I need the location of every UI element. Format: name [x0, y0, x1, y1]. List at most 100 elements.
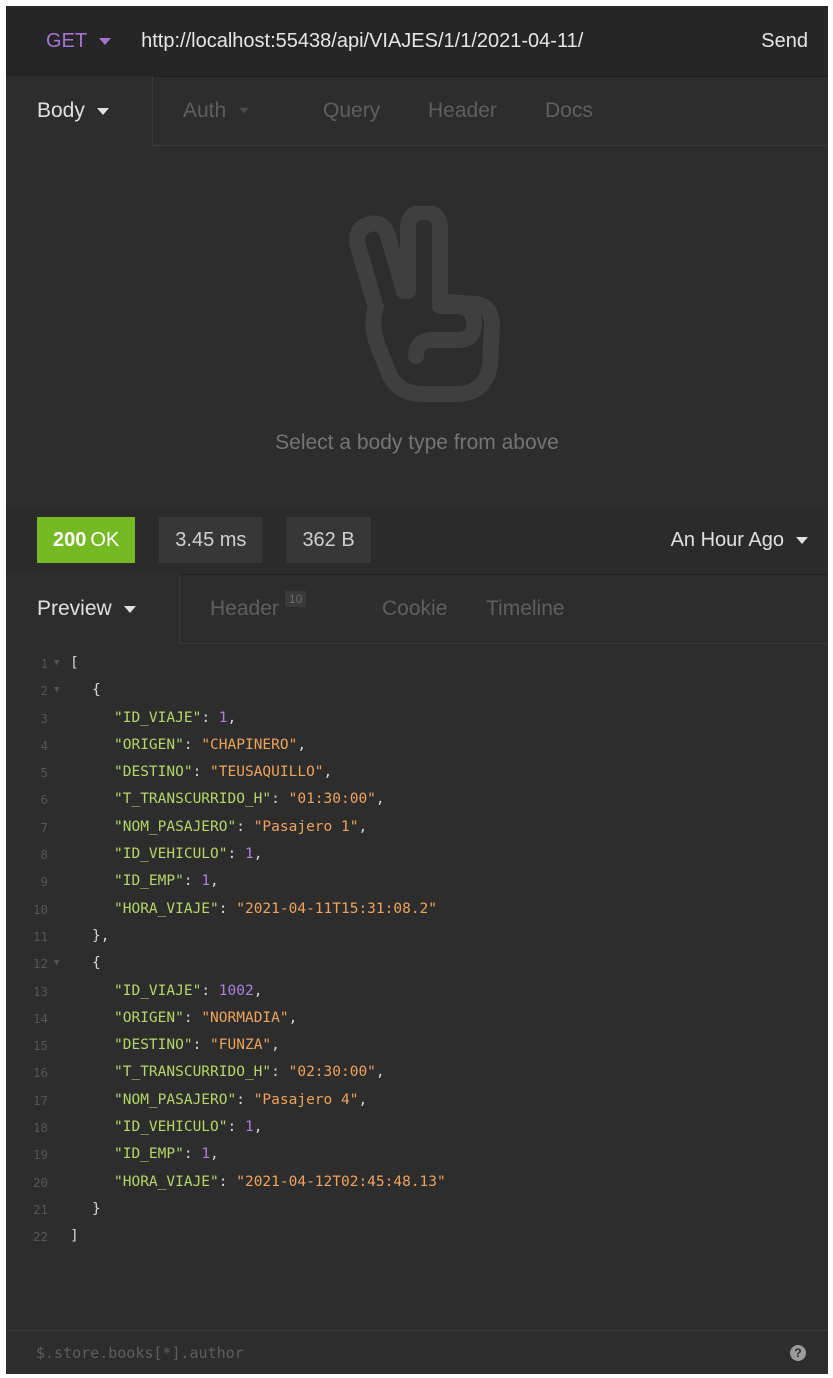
json-key: "ID_EMP" — [114, 873, 184, 890]
json-string: "CHAPINERO" — [201, 736, 298, 753]
fold-arrow-icon[interactable]: ▼ — [48, 950, 70, 977]
tab-preview[interactable]: Preview — [6, 574, 180, 644]
fold-gutter — [48, 1141, 70, 1168]
fold-gutter — [48, 1169, 70, 1196]
history-dropdown[interactable]: An Hour Ago — [671, 529, 808, 552]
tab-docs-label: Docs — [545, 98, 593, 122]
json-punctuation: , — [210, 1146, 219, 1163]
fold-gutter — [48, 978, 70, 1005]
response-filter-bar: ? — [6, 1330, 828, 1374]
code-line: 8 "ID_VEHICULO": 1, — [6, 841, 828, 868]
code-line: 12 ▼ { — [6, 950, 828, 977]
line-number: 12 — [32, 956, 48, 972]
history-label: An Hour Ago — [670, 528, 784, 551]
tab-timeline-label: Timeline — [486, 596, 565, 620]
code-text: "ID_VIAJE": 1002, — [70, 978, 262, 1005]
fold-gutter — [48, 1032, 70, 1059]
json-string: "TEUSAQUILLO" — [210, 764, 324, 781]
tab-header-label: Header — [428, 98, 497, 122]
json-punctuation: }, — [92, 927, 110, 944]
json-string: "FUNZA" — [210, 1037, 272, 1054]
json-punctuation: : — [236, 818, 254, 835]
json-number: 1 — [244, 1119, 254, 1136]
tab-cookie[interactable]: Cookie — [352, 574, 486, 644]
tab-query[interactable]: Query — [283, 76, 403, 146]
chevron-down-icon — [796, 536, 808, 544]
json-punctuation: { — [92, 682, 101, 699]
json-key: "ORIGEN" — [114, 736, 184, 753]
tab-query-label: Query — [323, 98, 381, 122]
json-key: "ID_EMP" — [114, 1146, 184, 1163]
fold-arrow-icon[interactable]: ▼ — [48, 650, 70, 677]
code-line: 22] — [6, 1223, 828, 1250]
fold-gutter — [48, 1059, 70, 1086]
code-text: "NOM_PASAJERO": "Pasajero 4", — [70, 1087, 367, 1114]
help-icon[interactable]: ? — [790, 1345, 806, 1361]
code-text: "ID_EMP": 1, — [70, 1141, 219, 1168]
json-punctuation: , — [253, 846, 263, 863]
line-number: 13 — [32, 983, 48, 999]
code-text: "ORIGEN": "NORMADIA", — [70, 1005, 297, 1032]
code-line: 10 "HORA_VIAJE": "2021-04-11T15:31:08.2" — [6, 896, 828, 923]
line-number: 7 — [40, 819, 48, 835]
line-number: 17 — [32, 1092, 48, 1108]
json-punctuation: [ — [70, 655, 79, 671]
code-text: "T_TRANSCURRIDO_H": "02:30:00", — [70, 1059, 385, 1086]
code-text: "ID_EMP": 1, — [70, 868, 219, 895]
json-punctuation: , — [375, 791, 385, 808]
json-punctuation: } — [92, 1200, 101, 1217]
tab-body[interactable]: Body — [6, 76, 153, 146]
code-text: "ID_VEHICULO": 1, — [70, 841, 262, 868]
fold-arrow-icon[interactable]: ▼ — [48, 677, 70, 704]
json-punctuation: , — [210, 873, 219, 890]
response-time-badge: 3.45 ms — [159, 517, 263, 563]
response-tabs: Preview Header 10 Cookie Timeline — [6, 574, 828, 644]
line-number: 8 — [40, 847, 48, 863]
jsonpath-filter-input[interactable] — [34, 1343, 790, 1363]
line-number: 21 — [32, 1201, 48, 1217]
json-string: "2021-04-12T02:45:48.13" — [236, 1173, 446, 1190]
json-punctuation: : — [218, 900, 237, 917]
code-text: ] — [70, 1223, 79, 1250]
json-key: "ID_VEHICULO" — [114, 1119, 228, 1136]
line-number: 16 — [32, 1065, 48, 1081]
code-line: 19 "ID_EMP": 1, — [6, 1141, 828, 1168]
json-key: "ID_VIAJE" — [114, 982, 202, 999]
code-line: 14 "ORIGEN": "NORMADIA", — [6, 1005, 828, 1032]
code-text: [ — [70, 650, 79, 677]
code-text: "T_TRANSCURRIDO_H": "01:30:00", — [70, 786, 385, 813]
json-punctuation: , — [227, 709, 237, 726]
json-key: "HORA_VIAJE" — [114, 900, 219, 917]
json-punctuation: { — [92, 955, 101, 972]
response-size-badge: 362 B — [286, 517, 371, 563]
code-text: "HORA_VIAJE": "2021-04-11T15:31:08.2" — [70, 896, 437, 923]
send-button[interactable]: Send — [761, 30, 808, 53]
line-number: 19 — [32, 1147, 48, 1163]
method-label: GET — [46, 29, 88, 52]
tab-response-header[interactable]: Header 10 — [180, 574, 352, 644]
json-string: "01:30:00" — [288, 791, 376, 808]
json-key: "ID_VIAJE" — [114, 709, 202, 726]
tab-timeline[interactable]: Timeline — [486, 574, 606, 644]
url-input[interactable]: http://localhost:55438/api/VIAJES/1/1/20… — [141, 30, 761, 53]
tab-auth[interactable]: Auth — [153, 76, 283, 146]
code-line: 20 "HORA_VIAJE": "2021-04-12T02:45:48.13" — [6, 1169, 828, 1196]
code-text: "HORA_VIAJE": "2021-04-12T02:45:48.13" — [70, 1169, 446, 1196]
fold-gutter — [48, 1223, 70, 1250]
json-number: 1 — [201, 1146, 211, 1163]
line-number: 9 — [40, 874, 48, 890]
code-line: 11}, — [6, 923, 828, 950]
code-text: } — [70, 1196, 101, 1223]
json-punctuation: ] — [70, 1228, 79, 1245]
fold-gutter — [48, 868, 70, 895]
json-number: 1 — [218, 709, 228, 726]
tab-docs[interactable]: Docs — [533, 76, 633, 146]
fold-gutter — [48, 1114, 70, 1141]
tab-header[interactable]: Header — [403, 76, 533, 146]
tab-body-label: Body — [37, 99, 85, 122]
line-number: 14 — [32, 1010, 48, 1026]
tab-response-header-label: Header — [210, 596, 279, 620]
code-text: }, — [70, 923, 109, 950]
method-dropdown[interactable]: GET — [46, 29, 112, 53]
json-string: "NORMADIA" — [201, 1009, 289, 1026]
